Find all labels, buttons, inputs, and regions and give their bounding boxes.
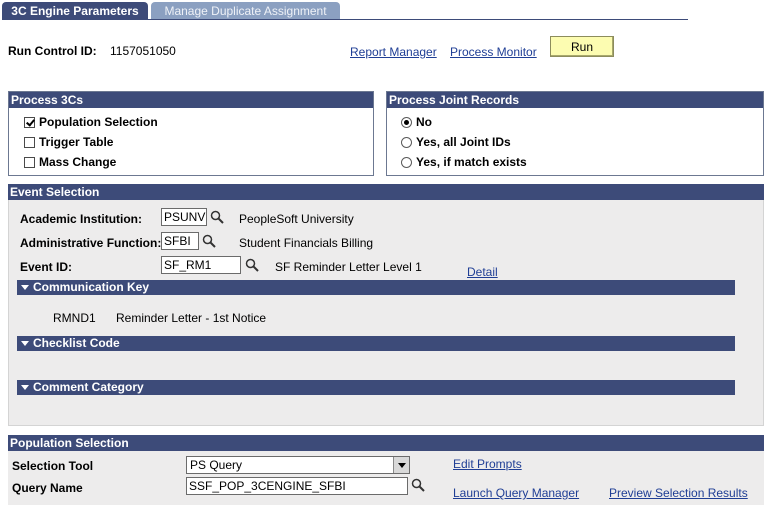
run-button-label: Run xyxy=(570,39,593,54)
collapse-triangle-icon xyxy=(21,285,29,290)
joint-match-option[interactable]: Yes, if match exists xyxy=(401,152,763,172)
selection-tool-select[interactable]: PS Query xyxy=(186,456,410,474)
option-label: Yes, if match exists xyxy=(416,155,527,169)
process-3cs-group: Process 3Cs Population Selection Trigger… xyxy=(8,91,374,176)
event-id-description: SF Reminder Letter Level 1 xyxy=(275,260,422,274)
detail-link[interactable]: Detail xyxy=(467,265,498,279)
institution-input[interactable]: PSUNV xyxy=(161,208,207,226)
institution-label: Academic Institution: xyxy=(20,212,143,226)
event-id-label: Event ID: xyxy=(20,260,73,274)
population-selection-option[interactable]: Population Selection xyxy=(24,112,373,132)
comment-category-header[interactable]: Comment Category xyxy=(17,380,735,395)
institution-description: PeopleSoft University xyxy=(239,212,354,226)
launch-query-manager-link[interactable]: Launch Query Manager xyxy=(453,486,579,500)
run-control-value: 1157051050 xyxy=(110,44,176,58)
search-icon[interactable] xyxy=(202,234,216,248)
tab-manage-duplicate-assignment[interactable]: Manage Duplicate Assignment xyxy=(151,2,340,20)
process-monitor-link[interactable]: Process Monitor xyxy=(450,45,537,59)
search-icon[interactable] xyxy=(245,258,259,272)
option-label: Trigger Table xyxy=(39,135,114,149)
collapse-triangle-icon xyxy=(21,341,29,346)
comment-category-title: Comment Category xyxy=(33,380,144,394)
query-name-input[interactable]: SSF_POP_3CENGINE_SFBI xyxy=(186,477,408,495)
comm-key-description: Reminder Letter - 1st Notice xyxy=(116,311,267,325)
tab-label: 3C Engine Parameters xyxy=(11,4,139,18)
joint-no-radio[interactable] xyxy=(401,116,412,128)
event-selection-title: Event Selection xyxy=(8,184,764,200)
checklist-code-header[interactable]: Checklist Code xyxy=(17,336,735,351)
joint-no-option[interactable]: No xyxy=(401,112,763,132)
trigger-table-checkbox[interactable] xyxy=(24,136,35,148)
communication-key-header[interactable]: Communication Key xyxy=(17,280,735,295)
checklist-code-title: Checklist Code xyxy=(33,336,120,350)
population-selection-checkbox[interactable] xyxy=(24,116,35,128)
communication-key-title: Communication Key xyxy=(33,280,150,294)
option-label: No xyxy=(416,115,432,129)
tab-3c-engine-parameters[interactable]: 3C Engine Parameters xyxy=(2,2,148,20)
event-id-input[interactable]: SF_RM1 xyxy=(161,256,241,274)
preview-selection-results-link[interactable]: Preview Selection Results xyxy=(609,486,748,500)
option-label: Population Selection xyxy=(39,115,158,129)
process-joint-records-group: Process Joint Records No Yes, all Joint … xyxy=(386,91,764,176)
tab-label: Manage Duplicate Assignment xyxy=(164,4,327,18)
admin-function-label: Administrative Function: xyxy=(20,236,162,250)
query-name-label: Query Name xyxy=(12,481,83,495)
tab-divider xyxy=(2,19,688,20)
process-3cs-title: Process 3Cs xyxy=(9,92,373,108)
admin-function-input[interactable]: SFBI xyxy=(161,232,199,250)
process-joint-records-title: Process Joint Records xyxy=(387,92,763,108)
selection-tool-label: Selection Tool xyxy=(12,459,94,473)
mass-change-checkbox[interactable] xyxy=(24,156,35,168)
population-selection-title: Population Selection xyxy=(8,435,764,451)
mass-change-option[interactable]: Mass Change xyxy=(24,152,373,172)
trigger-table-option[interactable]: Trigger Table xyxy=(24,132,373,152)
run-button[interactable]: Run xyxy=(550,36,614,57)
joint-all-option[interactable]: Yes, all Joint IDs xyxy=(401,132,763,152)
report-manager-link[interactable]: Report Manager xyxy=(350,45,437,59)
collapse-triangle-icon xyxy=(21,385,29,390)
joint-match-radio[interactable] xyxy=(401,156,412,168)
comm-key-code: RMND1 xyxy=(53,311,96,325)
search-icon[interactable] xyxy=(411,478,425,492)
selection-tool-value: PS Query xyxy=(190,458,243,472)
joint-all-radio[interactable] xyxy=(401,136,412,148)
admin-function-description: Student Financials Billing xyxy=(239,236,374,250)
search-icon[interactable] xyxy=(210,210,224,224)
chevron-down-icon[interactable] xyxy=(393,457,409,473)
option-label: Yes, all Joint IDs xyxy=(416,135,511,149)
run-control-label: Run Control ID: xyxy=(8,44,97,58)
option-label: Mass Change xyxy=(39,155,117,169)
edit-prompts-link[interactable]: Edit Prompts xyxy=(453,457,522,471)
